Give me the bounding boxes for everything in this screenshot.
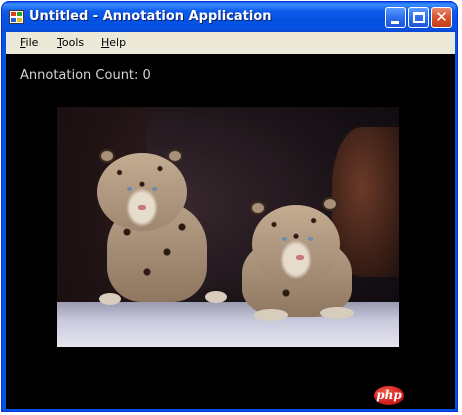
maximize-button[interactable] xyxy=(408,7,429,28)
minimize-button[interactable] xyxy=(385,7,406,28)
menu-file[interactable]: File xyxy=(20,36,38,49)
app-window: Untitled - Annotation Application ✕ File… xyxy=(1,1,458,412)
menu-help[interactable]: Help xyxy=(101,36,126,49)
maximize-icon xyxy=(413,12,425,23)
canvas-area[interactable]: Annotation Count: 0 php xyxy=(6,54,455,409)
menu-tools[interactable]: Tools xyxy=(57,36,84,49)
annotation-count-label: Annotation Count: 0 xyxy=(20,68,151,83)
annotation-image[interactable] xyxy=(57,107,399,347)
menu-help-label: elp xyxy=(109,36,127,49)
title-bar[interactable]: Untitled - Annotation Application ✕ xyxy=(2,2,457,32)
php-watermark: php xyxy=(374,386,404,405)
menu-tools-label: ools xyxy=(61,36,85,49)
menu-bar: File Tools Help xyxy=(6,32,455,54)
close-button[interactable]: ✕ xyxy=(431,7,452,28)
window-title: Untitled - Annotation Application xyxy=(29,9,272,24)
menu-file-label: ile xyxy=(25,36,39,49)
app-icon[interactable] xyxy=(9,10,24,24)
minimize-icon xyxy=(391,21,399,24)
close-icon: ✕ xyxy=(435,8,448,26)
